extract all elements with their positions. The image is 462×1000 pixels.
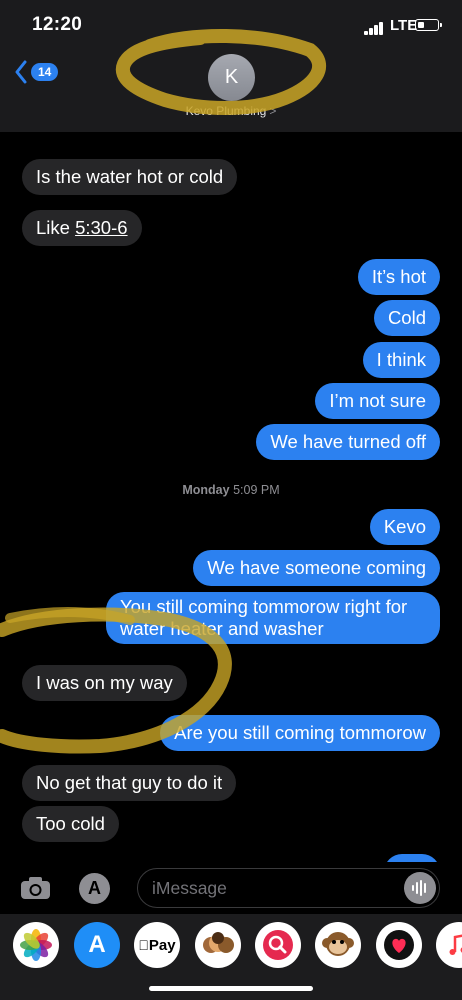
message-outgoing[interactable]: You still coming tommorow right for wate… [106,592,440,644]
message-incoming[interactable]: Like 5:30-6 [22,210,142,246]
status-time: 12:20 [32,14,83,35]
audio-message-icon[interactable] [404,872,436,904]
contact-name-button[interactable]: Kevo Plumbing > [0,104,462,118]
cellular-signal-icon [364,22,386,35]
contact-name: Kevo Plumbing [185,104,267,118]
images-search-app-icon[interactable] [255,922,301,968]
message-outgoing[interactable]: I’m not sure [315,383,440,419]
battery-icon [415,19,442,31]
message-outgoing[interactable]: Kevo [369,509,440,545]
message-incoming[interactable]: No get that guy to do it [22,765,237,801]
status-bar: 12:20 LTE [0,0,462,50]
time-link[interactable]: 5:30-6 [75,217,127,238]
apple-logo-icon:  [138,937,149,953]
chevron-right-icon: > [269,104,277,118]
apple-pay-label: Pay [143,936,176,954]
camera-icon[interactable] [20,876,51,900]
message-outgoing[interactable]: We have turned off [256,424,440,460]
message-outgoing[interactable]: Cold [373,300,440,336]
message-outgoing[interactable]: I think [362,342,440,378]
message-incoming[interactable]: I was on my way [22,665,187,701]
message-incoming[interactable]: Is the water hot or cold [22,159,238,195]
apple-pay-app-icon[interactable]: Pay [134,922,180,968]
message-input[interactable] [138,869,404,907]
app-store-icon[interactable]: A [79,873,110,904]
contact-avatar[interactable]: K [208,54,255,101]
back-button[interactable]: 14 [14,60,59,84]
animoji-monkey-app-icon[interactable] [315,922,361,968]
memoji-app-icon[interactable] [195,922,241,968]
message-text: Like [36,217,76,238]
timestamp-day: Monday [182,483,230,497]
compose-bar: A [0,862,462,914]
digital-touch-app-icon[interactable] [376,922,422,968]
app-store-app-icon[interactable]: A [74,922,120,968]
timestamp: Monday 5:09 PM [0,483,462,497]
unread-count-badge: 14 [31,63,59,81]
message-outgoing[interactable]: Are you still coming tommorow [160,715,440,751]
message-outgoing[interactable]: We have someone coming [193,550,440,586]
photos-app-icon[interactable] [13,922,59,968]
timestamp-time: 5:09 PM [233,483,280,497]
chevron-left-icon [15,60,27,84]
message-outgoing[interactable]: It’s hot [357,259,440,295]
network-type: LTE [390,17,418,34]
music-app-icon[interactable] [436,922,462,968]
message-input-field[interactable] [137,868,440,908]
home-indicator[interactable] [149,986,313,991]
message-incoming[interactable]: Too cold [22,806,119,842]
